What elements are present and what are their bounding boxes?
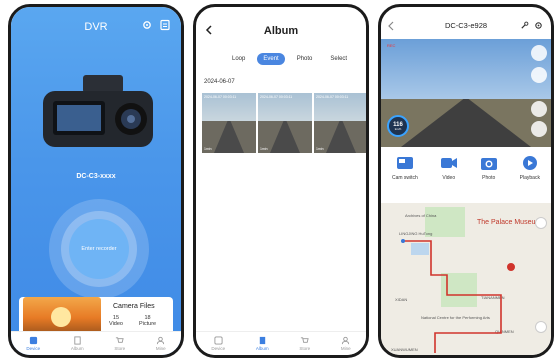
action-label: Cam switch — [391, 175, 418, 181]
mine-icon — [157, 336, 165, 345]
video-thumbnail[interactable]: 2024-06-07 00:03:11 1min — [202, 93, 256, 153]
files-stats: 15 Video 18 Picture — [109, 315, 156, 327]
store-icon — [116, 337, 124, 343]
action-label: Playback — [519, 175, 540, 181]
tab-store[interactable]: Store — [114, 336, 125, 351]
playback-button[interactable]: Playback — [520, 155, 540, 181]
album-screen: Album Loop Event Photo Select 2024-06-07… — [193, 4, 369, 358]
tab-label: Mine — [155, 346, 166, 351]
route-path — [401, 239, 515, 353]
cam-switch-button[interactable]: Cam switch — [392, 155, 418, 181]
dashcam-image — [43, 75, 153, 147]
action-bar: Cam switch Video Photo Playback — [381, 155, 551, 181]
tab-store[interactable]: Store — [299, 336, 310, 351]
filter-photo[interactable]: Photo — [291, 53, 319, 65]
video-button[interactable]: Video — [440, 155, 458, 181]
enter-recorder-button[interactable]: Enter recorder — [69, 219, 129, 279]
video-icon — [440, 158, 457, 168]
tab-label: Album — [255, 346, 269, 351]
thumbnail-timestamp: 2024-06-07 00:03:11 — [260, 95, 293, 99]
video-thumbnail[interactable]: 2024-06-07 00:03:11 1min — [314, 93, 366, 153]
tab-device[interactable]: Device — [211, 336, 225, 351]
photo-button[interactable]: Photo — [480, 155, 498, 181]
picture-label: Picture — [138, 321, 157, 327]
resolution-icon[interactable] — [531, 121, 547, 137]
tab-label: Store — [114, 346, 126, 351]
fullscreen-icon[interactable] — [531, 67, 547, 83]
cam-switch-icon — [396, 157, 413, 169]
document-icon[interactable] — [159, 19, 171, 31]
thumbnail-duration: 1min — [260, 147, 268, 151]
thumbnail-duration: 1min — [204, 147, 212, 151]
video-thumbnail[interactable]: 2024-06-07 00:03:11 1min — [258, 93, 312, 153]
locate-button[interactable] — [535, 321, 547, 333]
rec-indicator: REC — [387, 43, 396, 48]
playback-icon — [522, 156, 537, 170]
route-map[interactable]: The Palace Museum LINGJING HuTong Archiv… — [381, 203, 551, 355]
album-icon — [259, 336, 265, 345]
thumbnail-duration: 1min — [316, 147, 324, 151]
action-label: Photo — [482, 175, 496, 181]
page-title: Album — [263, 25, 299, 37]
settings-icon[interactable] — [534, 21, 543, 30]
device-name[interactable]: DC-C3-xxxx — [11, 173, 181, 180]
header: Album — [196, 21, 366, 41]
tab-mine[interactable]: Mine — [156, 336, 166, 351]
map-layer-button[interactable] — [535, 217, 547, 229]
device-screen: DVR DC-C3-xxxx Enter recorder Camera Fil… — [8, 4, 184, 358]
tab-label: Device — [26, 346, 41, 351]
filter-event[interactable]: Event — [257, 53, 285, 65]
tab-label: Album — [70, 346, 84, 351]
device-icon — [29, 336, 37, 345]
action-label: Video — [442, 175, 456, 181]
speed-unit: km/h — [394, 126, 402, 131]
live-view-screen: DC-C3-e928 REC 116 km/h Cam switch Video… — [378, 4, 554, 358]
filter-bar: Loop Event Photo Select — [226, 53, 353, 65]
tab-album[interactable]: Album — [71, 336, 84, 351]
tab-label: Mine — [340, 346, 351, 351]
device-icon — [214, 336, 223, 345]
video-label: Video — [109, 321, 123, 327]
date-header: 2024-06-07 — [204, 79, 235, 85]
thumbnail-timestamp: 2024-06-07 00:03:11 — [204, 95, 237, 99]
header-actions — [141, 19, 171, 31]
files-title: Camera Files — [113, 303, 155, 310]
photo-icon — [480, 158, 497, 170]
thumbnail-grid: 2024-06-07 00:03:11 1min 2024-06-07 00:0… — [202, 93, 366, 153]
tab-label: Device — [211, 346, 226, 351]
tab-label: Store — [299, 346, 311, 351]
tab-device[interactable]: Device — [26, 336, 40, 351]
header: DC-C3-e928 — [381, 19, 551, 35]
thumbnail-timestamp: 2024-06-07 00:03:11 — [316, 95, 349, 99]
settings-icon[interactable] — [141, 19, 153, 31]
tab-album[interactable]: Album — [256, 336, 269, 351]
live-camera-view[interactable]: REC 116 km/h — [381, 39, 551, 147]
mine-icon — [342, 336, 350, 345]
tab-mine[interactable]: Mine — [341, 336, 351, 351]
wrench-icon[interactable] — [520, 21, 529, 30]
tab-bar: Device Album Store Mine — [196, 331, 366, 355]
store-icon — [301, 337, 309, 343]
album-icon — [74, 336, 81, 345]
tab-bar: Device Album Store Mine — [11, 331, 181, 355]
filter-loop[interactable]: Loop — [226, 53, 251, 65]
mic-icon[interactable] — [531, 101, 547, 117]
speedometer: 116 km/h — [387, 115, 409, 137]
compass-icon[interactable] — [531, 45, 547, 61]
select-button[interactable]: Select — [324, 53, 353, 65]
